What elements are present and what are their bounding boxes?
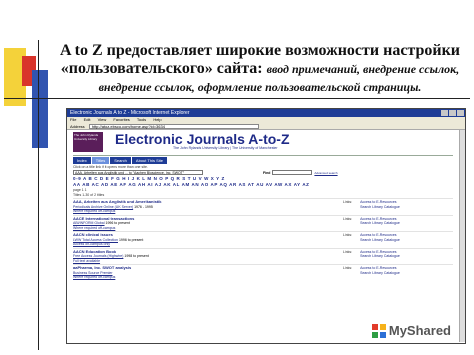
search-catalogue-link[interactable]: Search Library Catalogue xyxy=(360,254,400,259)
records-list: AAA, Arbeiten aus Anglistik und Amerikan… xyxy=(73,198,453,281)
record-sub[interactable]: Where required off-campus xyxy=(73,209,273,214)
menu-tools[interactable]: Tools xyxy=(137,117,146,122)
tab-about[interactable]: About This Site xyxy=(131,157,167,164)
page-content: The John Rylands University Library Elec… xyxy=(67,130,459,342)
list-item: AACE International transactions ABI/INFO… xyxy=(73,214,453,232)
list-item: AAA, Arbeiten aus Anglistik und Amerikan… xyxy=(73,198,453,215)
window-title: Electronic Journals A to Z - Microsoft I… xyxy=(70,110,190,116)
links-label: Links: xyxy=(343,233,353,237)
watermark: MyShared xyxy=(371,323,451,338)
links-label: Links: xyxy=(343,200,353,204)
search-catalogue-link[interactable]: Search Library Catalogue xyxy=(360,221,400,226)
links-label: Links: xyxy=(343,266,353,270)
close-button[interactable] xyxy=(457,110,464,116)
browser-window: Electronic Journals A to Z - Microsoft I… xyxy=(66,108,466,344)
menu-favorites[interactable]: Favorites xyxy=(113,117,129,122)
record-link[interactable]: ABI/INFORM Global xyxy=(73,221,105,225)
menu-view[interactable]: View xyxy=(98,117,107,122)
site-header: The John Rylands University Library Elec… xyxy=(73,132,453,156)
record-note: 1976 - 1995 xyxy=(134,204,153,209)
record-sub[interactable]: Access on-campus only xyxy=(73,242,273,247)
access-eresources-link[interactable]: Access to E-Resources xyxy=(360,233,400,238)
title-range-select[interactable]: AAA, Arbeiten aus Anglistik und ... to "… xyxy=(73,170,203,175)
info-text: Click on a title link if it opens more t… xyxy=(73,165,148,169)
menu-edit[interactable]: Edit xyxy=(84,117,91,122)
library-logo[interactable]: The John Rylands University Library xyxy=(73,132,103,152)
record-link[interactable]: Periodicals Archive Online (UK Server) xyxy=(73,205,133,209)
search-catalogue-link[interactable]: Search Library Catalogue xyxy=(360,238,400,243)
advanced-search-link[interactable]: Advanced search xyxy=(314,171,337,175)
access-eresources-link[interactable]: Access to E-Resources xyxy=(360,200,400,205)
access-eresources-link[interactable]: Access to E-Resources xyxy=(360,266,400,271)
decor-horizontal-line xyxy=(4,98,470,99)
vertical-scrollbar[interactable] xyxy=(459,130,465,342)
myshared-logo-icon xyxy=(371,323,386,338)
window-titlebar: Electronic Journals A to Z - Microsoft I… xyxy=(67,109,465,117)
links-label: Links: xyxy=(343,249,353,254)
address-label: Address xyxy=(70,124,85,129)
list-item: AACN clinical issues LWW Total Access Co… xyxy=(73,231,453,248)
search-catalogue-link[interactable]: Search Library Catalogue xyxy=(360,205,400,210)
record-link[interactable]: Free Access Journals (Highwire) xyxy=(73,254,123,258)
record-sub[interactable]: Full text available xyxy=(73,259,273,264)
minimize-button[interactable] xyxy=(441,110,448,116)
record-link[interactable]: Business Source Premier xyxy=(73,271,113,275)
find-input[interactable] xyxy=(272,170,313,175)
decor-blue-block xyxy=(32,70,48,148)
slide-title: A to Z предоставляет широкие возможности… xyxy=(58,42,462,96)
address-input[interactable]: http://atoz.ebsco.com/home.asp?id=3634 xyxy=(88,124,259,129)
menu-file[interactable]: File xyxy=(70,117,76,122)
record-note: 1996 to present xyxy=(105,221,130,225)
list-item: AACN Education Book Free Access Journals… xyxy=(73,247,453,265)
nav-tabs: Index Titles Search About This Site xyxy=(73,157,453,164)
tab-titles[interactable]: Titles xyxy=(91,157,110,164)
decor-vertical-line xyxy=(38,40,39,350)
record-link[interactable]: LWW Total Access Collection xyxy=(73,238,118,242)
search-catalogue-link[interactable]: Search Library Catalogue xyxy=(360,271,400,276)
maximize-button[interactable] xyxy=(449,110,456,116)
list-item: aaPharma, Inc. SWOT analysis Business So… xyxy=(73,264,453,281)
record-note: 1996 to present xyxy=(118,237,144,242)
find-label: Find xyxy=(263,170,271,175)
links-label: Links: xyxy=(343,216,353,221)
address-bar: Address http://atoz.ebsco.com/home.asp?i… xyxy=(67,123,465,130)
tab-search[interactable]: Search xyxy=(110,157,131,164)
alpha-index[interactable]: 0-9 A B C D E F G H I J K L M N O P Q R … xyxy=(73,176,453,188)
menu-help[interactable]: Help xyxy=(153,117,161,122)
tab-index[interactable]: Index xyxy=(73,157,91,164)
record-sub[interactable]: Where required off-campus xyxy=(73,275,273,280)
watermark-text: MyShared xyxy=(388,323,451,338)
page-subtitle[interactable]: The John Rylands University Library | Th… xyxy=(173,146,290,150)
record-note: 1998 to present xyxy=(124,254,149,258)
record-sub[interactable]: Where required off-campus xyxy=(73,226,273,231)
page-title: Electronic Journals A-to-Z xyxy=(115,131,290,147)
